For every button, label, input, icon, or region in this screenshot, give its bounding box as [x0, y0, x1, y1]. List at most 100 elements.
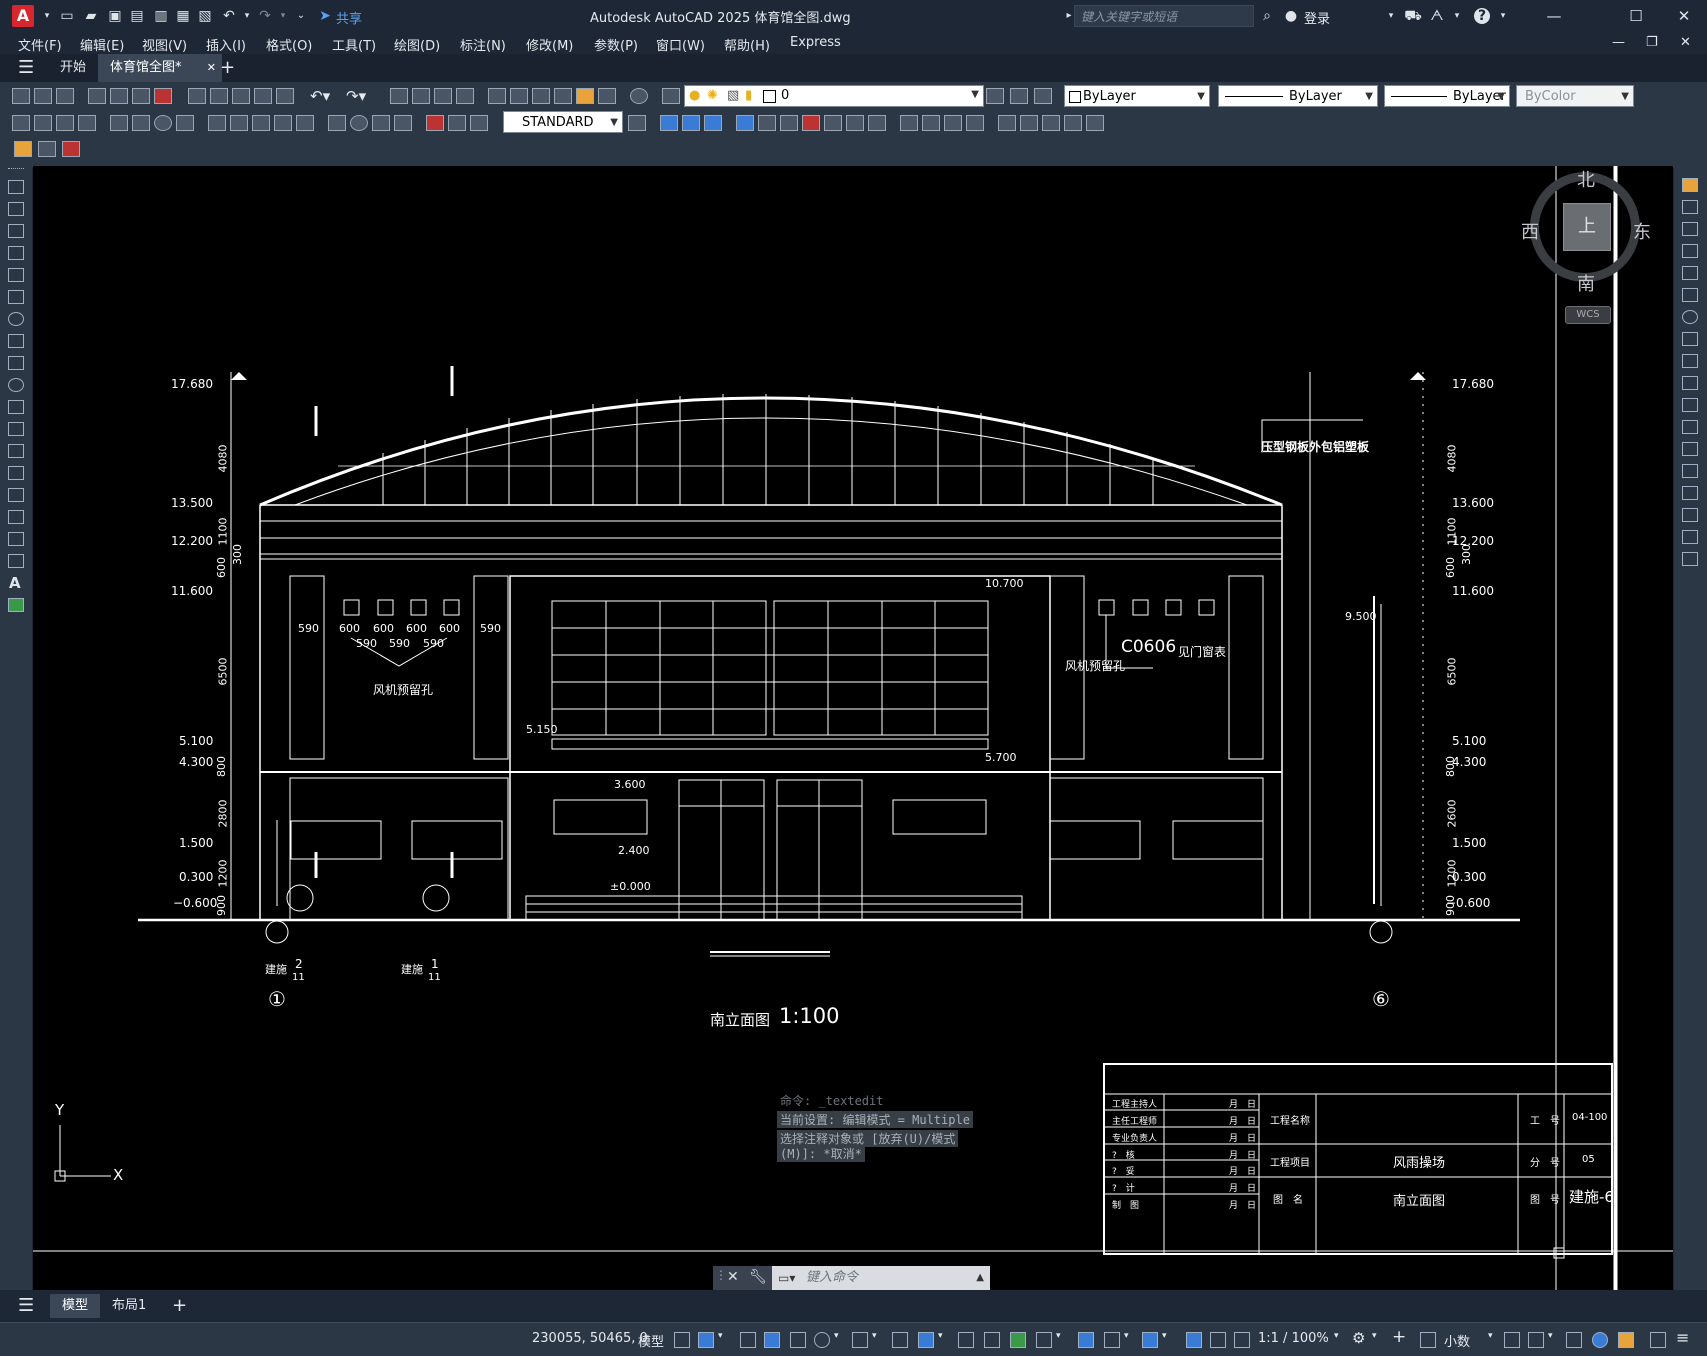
- fillet-palette-icon[interactable]: [1682, 508, 1698, 522]
- diameter-dim-icon[interactable]: [154, 115, 172, 131]
- help-icon[interactable]: ?: [1474, 8, 1490, 24]
- model-space-button[interactable]: 模型: [638, 1331, 664, 1350]
- wcs-menu-button[interactable]: WCS: [1565, 306, 1611, 324]
- copy-icon[interactable]: [210, 88, 228, 104]
- revision-cloud-icon[interactable]: [8, 334, 24, 348]
- login-button[interactable]: 登录: [1304, 8, 1330, 27]
- command-input[interactable]: ▭▾ 键入命令 ▲: [772, 1266, 990, 1290]
- center-mark-icon[interactable]: [350, 115, 368, 131]
- cart-icon[interactable]: ⛟: [1404, 7, 1422, 25]
- undo-icon[interactable]: ↶: [220, 7, 238, 25]
- break-point-palette-icon[interactable]: [1682, 420, 1698, 434]
- rotate-icon[interactable]: [802, 115, 820, 131]
- viewcube-north[interactable]: 北: [1577, 166, 1595, 192]
- cut-icon[interactable]: [188, 88, 206, 104]
- table-icon[interactable]: [8, 554, 24, 568]
- command-customize-icon[interactable]: 🔧︎: [749, 1269, 767, 1285]
- search-input[interactable]: 键入关键字或短语: [1074, 5, 1254, 27]
- chamfer-icon[interactable]: [966, 115, 984, 131]
- join-icon[interactable]: [944, 115, 962, 131]
- redo-chevron-icon[interactable]: ▾: [274, 7, 292, 25]
- app-menu-chevron-icon[interactable]: ▾: [38, 7, 56, 25]
- ortho-icon[interactable]: [790, 1332, 806, 1348]
- annotation-monitor-icon[interactable]: +: [1392, 1327, 1406, 1347]
- open-web-icon[interactable]: ▥: [152, 7, 170, 25]
- color-dropdown[interactable]: ByLayer ▼: [1064, 85, 1210, 107]
- filter-chevron-icon[interactable]: ▾: [1124, 1331, 1129, 1341]
- zoom-previous-icon[interactable]: [456, 88, 474, 104]
- open-icon[interactable]: [34, 88, 52, 104]
- extend-palette-icon[interactable]: [1682, 398, 1698, 412]
- viewcube-east[interactable]: 东: [1633, 218, 1651, 244]
- maximize-window-icon[interactable]: ☐: [1616, 4, 1656, 28]
- drawing-canvas[interactable]: 17.680 13.500 12.200 11.600 5.100 4.300 …: [33, 166, 1673, 1290]
- share-icon[interactable]: ➤: [316, 7, 334, 25]
- dim-edit-icon[interactable]: [426, 115, 444, 131]
- dim-break-icon[interactable]: [296, 115, 314, 131]
- multiline-text-icon[interactable]: A: [9, 574, 21, 592]
- new-file-icon[interactable]: ▭: [58, 7, 76, 25]
- snap-chevron-icon[interactable]: ▾: [718, 1331, 723, 1341]
- block-attr-icon[interactable]: [38, 141, 56, 157]
- tab-drawing[interactable]: 体育馆全图* ✕: [98, 54, 222, 82]
- ellipse-arc-icon[interactable]: [8, 400, 24, 414]
- pedit-icon[interactable]: [1086, 115, 1104, 131]
- save-toolbar-icon[interactable]: [56, 88, 74, 104]
- customize-quick-access-icon[interactable]: ⌄: [292, 7, 310, 25]
- help-chevron-icon[interactable]: ▾: [1494, 7, 1512, 25]
- coordinates-readout[interactable]: 230055, 50465, 0: [532, 1331, 648, 1346]
- block-editor-icon[interactable]: [276, 88, 294, 104]
- array-palette-icon[interactable]: [1682, 266, 1698, 280]
- doc-close-icon[interactable]: ✕: [1680, 35, 1691, 50]
- menu-tools[interactable]: 工具(T): [332, 35, 376, 54]
- lineweight-display-icon[interactable]: [958, 1332, 974, 1348]
- line-icon[interactable]: [8, 180, 24, 194]
- command-grip-icon[interactable]: ⋮: [715, 1268, 727, 1282]
- quick-properties-icon[interactable]: [1504, 1332, 1520, 1348]
- arc-icon[interactable]: [8, 290, 24, 304]
- match-properties-icon[interactable]: [254, 88, 272, 104]
- pan-icon[interactable]: [390, 88, 408, 104]
- polyline-icon[interactable]: [8, 224, 24, 238]
- menu-help[interactable]: 帮助(H): [724, 35, 770, 54]
- help-toolbar-icon[interactable]: [630, 88, 648, 104]
- clean-screen-icon[interactable]: [1618, 1332, 1634, 1348]
- jogged-dim-icon[interactable]: [132, 115, 150, 131]
- join-palette-icon[interactable]: [1682, 464, 1698, 478]
- scale-palette-icon[interactable]: [1682, 332, 1698, 346]
- dim-update-icon[interactable]: [470, 115, 488, 131]
- workspace-gear-icon[interactable]: ⚙: [1352, 1329, 1365, 1347]
- trim-palette-icon[interactable]: [1682, 376, 1698, 390]
- zoom-window-icon[interactable]: [434, 88, 452, 104]
- ellipse-icon[interactable]: [8, 378, 24, 392]
- stretch-palette-icon[interactable]: [1682, 354, 1698, 368]
- workspace-chevron-icon[interactable]: ▾: [1372, 1331, 1377, 1341]
- graphics-performance-icon[interactable]: [1592, 1332, 1608, 1348]
- menu-draw[interactable]: 绘图(D): [394, 35, 440, 54]
- publish-icon[interactable]: [132, 88, 150, 104]
- search-icon[interactable]: ⌕: [1258, 7, 1276, 25]
- new-tab-button[interactable]: +: [208, 54, 247, 82]
- array-icon[interactable]: [758, 115, 776, 131]
- command-prompt-icon[interactable]: ▭▾: [778, 1266, 795, 1290]
- menu-format[interactable]: 格式(O): [266, 35, 312, 54]
- units-chevron-icon[interactable]: ▾: [1488, 1331, 1493, 1341]
- ordinate-dim-icon[interactable]: [78, 115, 96, 131]
- move-palette-icon[interactable]: [1682, 288, 1698, 302]
- zoom-realtime-icon[interactable]: [412, 88, 430, 104]
- make-block-icon[interactable]: [8, 444, 24, 458]
- draw-toolbar-grip[interactable]: [8, 168, 24, 173]
- chamfer-palette-icon[interactable]: [1682, 486, 1698, 500]
- tab-start[interactable]: 开始: [48, 54, 98, 82]
- annotation-visibility-icon[interactable]: [1186, 1332, 1202, 1348]
- user-icon[interactable]: ●: [1282, 7, 1300, 25]
- polar-chevron-icon[interactable]: ▾: [834, 1331, 839, 1341]
- menu-window[interactable]: 窗口(W): [656, 35, 705, 54]
- selection-filter-icon[interactable]: [1104, 1332, 1120, 1348]
- 3d-osnap-icon[interactable]: [1036, 1332, 1052, 1348]
- point-icon[interactable]: [8, 466, 24, 480]
- isodraft-icon[interactable]: [852, 1332, 868, 1348]
- linetype-dropdown[interactable]: ByLayer ▼: [1218, 85, 1378, 107]
- lock-chevron-icon[interactable]: ▾: [1548, 1331, 1553, 1341]
- hamburger-menu-icon[interactable]: ☰: [18, 58, 34, 78]
